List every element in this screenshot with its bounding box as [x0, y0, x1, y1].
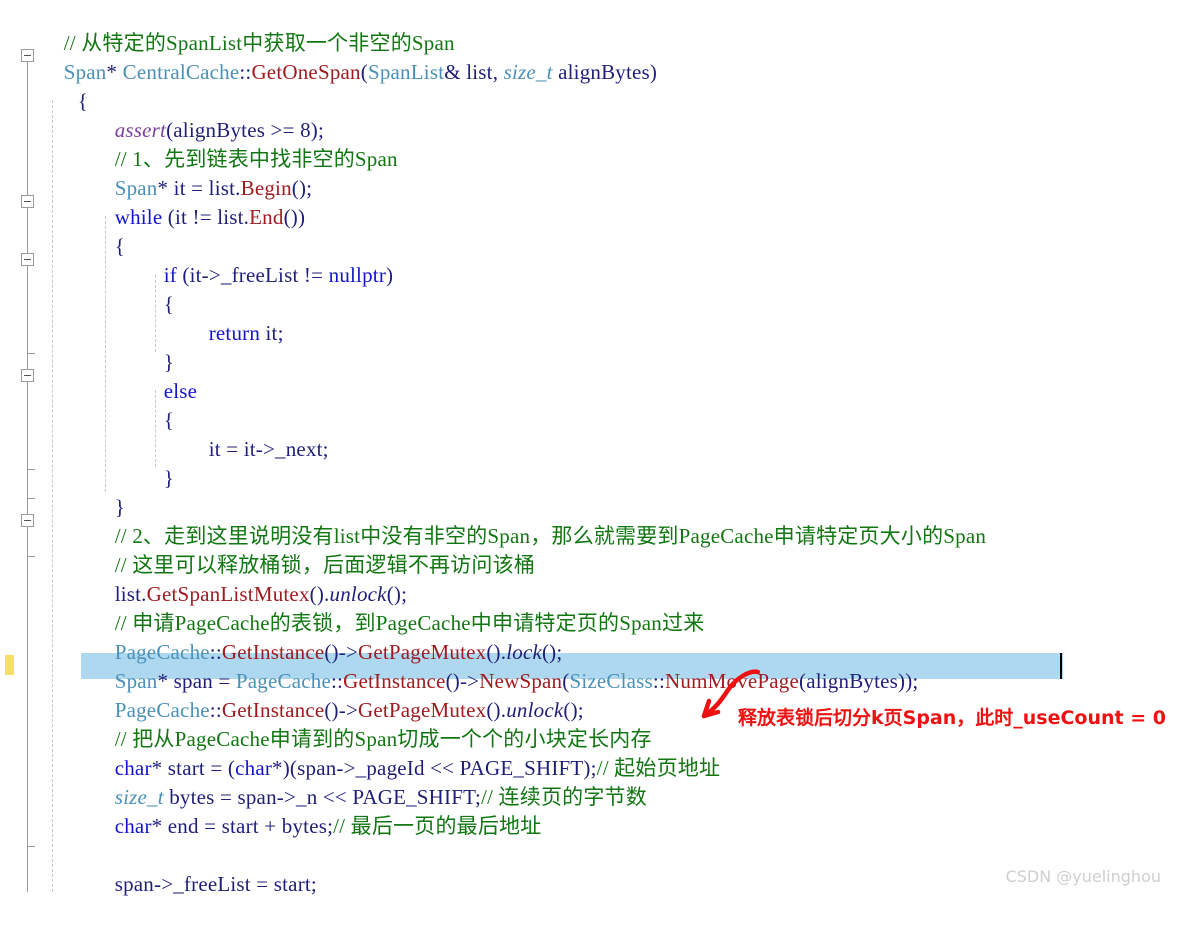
- code-line[interactable]: Span* CentralCache::GetOneSpan(SpanList&…: [31, 29, 657, 84]
- fold-toggle-while[interactable]: [21, 195, 34, 208]
- code-line[interactable]: char* start = (char*)(span->_pageId << P…: [82, 725, 720, 780]
- code-line[interactable]: // 1、先到链表中找非空的Span: [82, 116, 398, 171]
- code-line[interactable]: PageCache::GetInstance()->GetPageMutex()…: [82, 609, 562, 664]
- code-line[interactable]: char* end = start + bytes;// 最后一页的最后地址: [82, 783, 542, 838]
- code-line[interactable]: // 这里可以释放桶锁，后面逻辑不再访问该桶: [82, 522, 535, 577]
- outline-tick: [27, 498, 35, 499]
- code-line[interactable]: // 把从PageCache申请到的Span切成一个个的小块定长内存: [82, 696, 652, 751]
- identifier-token: ()): [283, 205, 306, 229]
- code-line[interactable]: }: [131, 319, 174, 374]
- punct-token: *: [106, 60, 123, 84]
- code-line[interactable]: assert(alignBytes >= 8);: [82, 87, 324, 142]
- outlining-margin[interactable]: [0, 0, 38, 892]
- function-token: GetOneSpan: [251, 60, 361, 84]
- identifier-token: alignBytes): [552, 60, 658, 84]
- outline-tick: [27, 353, 35, 354]
- brace-token: {: [163, 408, 174, 432]
- identifier-token: it;: [260, 321, 284, 345]
- keyword-token: nullptr: [328, 263, 387, 287]
- outline-spine-lower: [27, 556, 28, 892]
- code-line[interactable]: }: [131, 435, 174, 490]
- identifier-token: (it != list.: [162, 205, 250, 229]
- identifier-token: (it->_freeList !=: [176, 263, 329, 287]
- type-token: SpanList: [367, 60, 445, 84]
- code-line[interactable]: {: [131, 377, 174, 432]
- brace-token: {: [114, 234, 125, 258]
- keyword-token: char: [114, 814, 152, 838]
- code-line[interactable]: }: [82, 464, 125, 519]
- identifier-token: span->_freeList = start;: [114, 872, 317, 896]
- code-line[interactable]: Span* it = list.Begin();: [82, 145, 312, 200]
- code-line[interactable]: PageCache::GetInstance()->GetPageMutex()…: [82, 667, 584, 722]
- code-line[interactable]: return it;: [176, 290, 284, 345]
- unsaved-change-indicator: [5, 655, 14, 675]
- code-line[interactable]: {: [131, 261, 174, 316]
- code-line-selected[interactable]: Span* span = PageCache::GetInstance()->N…: [82, 638, 919, 693]
- identifier-token: (alignBytes));: [799, 669, 919, 693]
- identifier-token: & list,: [444, 60, 504, 84]
- function-token: End: [249, 205, 284, 229]
- code-line[interactable]: // 2、走到这里说明没有list中没有非空的Span，那么就需要到PageCa…: [82, 493, 986, 548]
- fold-toggle-if[interactable]: [21, 253, 34, 266]
- fold-toggle-region[interactable]: [21, 514, 34, 527]
- code-line[interactable]: while (it != list.End()): [82, 174, 305, 229]
- type-token: size_t: [503, 60, 553, 84]
- fold-toggle-else[interactable]: [21, 369, 34, 382]
- identifier-token: ): [386, 263, 394, 287]
- code-line[interactable]: if (it->_freeList != nullptr): [131, 232, 393, 287]
- code-line[interactable]: it = it->_next;: [176, 406, 329, 461]
- text-caret: [1060, 653, 1062, 679]
- keyword-token: return: [208, 321, 261, 345]
- code-line[interactable]: list.GetSpanListMutex().unlock();: [82, 551, 407, 606]
- comment-token: // 最后一页的最后地址: [333, 814, 542, 838]
- punct-token: (: [360, 60, 368, 84]
- code-line-blank[interactable]: [82, 812, 87, 841]
- outline-tick: [27, 846, 35, 847]
- identifier-token: it = it->_next;: [208, 437, 329, 461]
- code-line[interactable]: else: [131, 348, 197, 403]
- code-line[interactable]: span->_freeList = start;: [82, 841, 317, 896]
- code-line[interactable]: {: [82, 203, 125, 258]
- punct-token: ::: [652, 669, 665, 693]
- code-editor[interactable]: // 从特定的SpanList中获取一个非空的Span Span* Centra…: [0, 0, 1177, 896]
- csdn-watermark: CSDN @yuelinghou: [1005, 867, 1161, 886]
- code-line[interactable]: // 从特定的SpanList中获取一个非空的Span: [31, 0, 455, 55]
- brace-token: {: [163, 292, 174, 316]
- type-token: CentralCache: [122, 60, 240, 84]
- outline-tick: [27, 469, 35, 470]
- code-line[interactable]: {: [45, 58, 88, 113]
- outline-tick: [27, 556, 35, 557]
- brace-token: }: [163, 466, 174, 490]
- punct-token: ::: [239, 60, 252, 84]
- identifier-token: * end = start + bytes;: [151, 814, 334, 838]
- annotation-text: 释放表锁后切分k页Span，此时_useCount = 0: [738, 707, 1166, 729]
- code-line[interactable]: // 申请PageCache的表锁，到PageCache中申请特定页的Span过…: [82, 580, 705, 635]
- code-line[interactable]: size_t bytes = span->_n << PAGE_SHIFT;//…: [82, 754, 647, 809]
- indent-guide: [52, 100, 53, 892]
